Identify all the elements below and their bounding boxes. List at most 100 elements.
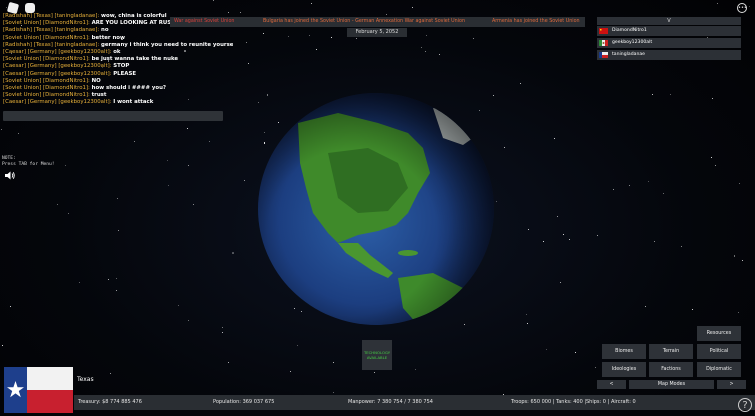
tanks-stat: Tanks: 400 | [556, 399, 587, 405]
star [412, 6, 413, 8]
star [187, 127, 189, 129]
chat-message: [Soviet Union] [DiamondNitro1]: be just … [3, 56, 233, 63]
star [563, 233, 565, 235]
chat-input[interactable] [3, 111, 223, 121]
aircraft-value: 0 [632, 399, 636, 405]
star [262, 32, 264, 34]
tanks-label: Tanks: [556, 399, 572, 405]
technology-available-button[interactable]: TECHNOLOGY AVAILABLE [362, 340, 392, 370]
chat-sender: [Caesar] [Germany] [geekboy12300alt]: [3, 99, 112, 106]
star [109, 373, 111, 374]
chat-text: germany i think you need to reunite your… [101, 41, 233, 48]
map-mode-political-button[interactable]: Political [697, 344, 741, 359]
star [628, 184, 630, 186]
texas-flag [4, 367, 73, 413]
player-row[interactable]: DiamondNitro1 [597, 26, 741, 36]
manpower-label: Manpower: [348, 399, 376, 405]
map-mode-next-button[interactable]: > [717, 380, 746, 389]
chat-text: better now [91, 34, 125, 41]
star [18, 132, 19, 134]
map-mode-prev-button[interactable]: < [597, 380, 626, 389]
star [227, 362, 229, 363]
star [333, 391, 334, 393]
chat-message: [Soviet Union] [DiamondNitro1]: better n… [3, 35, 233, 42]
help-button[interactable]: ? [738, 398, 752, 412]
country-name: Texas [77, 376, 94, 383]
star [527, 322, 528, 324]
chat-sender: [Caesar] [Germany] [geekboy12300alt]: [3, 70, 112, 77]
chat-text: NO [91, 77, 101, 84]
soviet-flag-icon [599, 28, 608, 34]
aircraft-label: Aircraft: [611, 399, 631, 405]
map-mode-diplomatic-button[interactable]: Diplomatic [697, 362, 741, 377]
tech-line2: AVAILABLE [366, 355, 388, 360]
star [232, 252, 234, 254]
population-stat: Population: 369 037 675 [213, 395, 274, 410]
player-row[interactable]: geekboy12300alt [597, 38, 741, 48]
chat-sender: [Soviet Union] [DiamondNitro1]: [3, 77, 90, 84]
star [439, 54, 440, 55]
star [748, 5, 750, 7]
speaker-icon[interactable] [5, 171, 15, 180]
star [596, 234, 598, 236]
chat-sender: [Soviet Union] [DiamondNitro1]: [3, 92, 90, 99]
chat-text: I wont attack [113, 99, 154, 106]
map-mode-ideologies-button[interactable]: Ideologies [602, 362, 646, 377]
more-options-icon[interactable]: ••• [737, 3, 747, 13]
map-mode-resources-button[interactable]: Resources [697, 326, 741, 341]
player-list-toggle[interactable]: V [597, 17, 741, 25]
tanks-value: 400 [573, 399, 583, 405]
player-name: DiamondNitro1 [612, 28, 647, 33]
map-mode-factions-button[interactable]: Factions [649, 362, 693, 377]
population-label: Population: [213, 399, 241, 405]
troops-value: 650 000 [530, 399, 552, 405]
star [212, 0, 214, 1]
star [243, 179, 245, 181]
star [568, 238, 570, 240]
chat-message: [Caesar] [Germany] [geekboy12300alt]: PL… [3, 71, 233, 78]
star [9, 306, 11, 307]
chat-sender: [Radishah] [Texas] [taningladanae]: [3, 41, 100, 48]
star [654, 240, 656, 242]
star [355, 37, 357, 39]
player-row[interactable]: taningladanae [597, 50, 741, 60]
star [374, 371, 375, 373]
chat-sender: [Caesar] [Germany] [geekboy12300alt]: [3, 49, 112, 56]
aircraft-stat: Aircraft: 0 [611, 395, 636, 410]
chat-text: wow, china is colorful [101, 13, 167, 19]
germany-flag-icon [599, 40, 608, 46]
chat-text: PLEASE [113, 70, 137, 77]
texas-flag-icon [599, 52, 608, 58]
treasury-stat: Treasury: $8 774 885 476 [78, 395, 142, 410]
map-mode-terrain-button[interactable]: Terrain [649, 344, 693, 359]
map-modes-label: Map Modes [629, 380, 714, 389]
chat-message: [Radishah] [Texas] [taningladanae]: germ… [3, 42, 233, 49]
star [246, 41, 247, 43]
chat-message: [Soviet Union] [DiamondNitro1]: how shou… [3, 85, 233, 92]
menu-hint: NOTE: Press TAB for Menu! [2, 156, 55, 168]
star [574, 351, 576, 353]
star [503, 146, 505, 148]
chat-toggle-icon[interactable] [25, 3, 35, 13]
chat-text: be just wanna take the nuke [91, 56, 179, 63]
news-ticker: War against Soviet Union Bulgaria has jo… [170, 17, 585, 27]
star [525, 313, 527, 315]
star [333, 361, 334, 363]
star [739, 182, 740, 184]
ships-stat: Ships: 0 | [586, 399, 610, 405]
world-globe[interactable] [258, 93, 494, 325]
star [680, 245, 682, 247]
chat-sender: [Soviet Union] [DiamondNitro1]: [3, 56, 90, 63]
treasury-label: Treasury: [78, 399, 101, 405]
star [663, 192, 664, 194]
star [330, 36, 332, 38]
chat-text: how should i #### you? [91, 85, 167, 92]
map-mode-biomes-button[interactable]: Biomes [602, 344, 646, 359]
troops-stat: Troops: 650 000 | [511, 399, 555, 405]
star [288, 35, 289, 37]
star [691, 309, 693, 310]
chat-text: ARE YOU LOOKING AT RUSSIA [91, 20, 181, 27]
star [297, 344, 299, 346]
star [710, 156, 712, 158]
star [309, 35, 310, 37]
